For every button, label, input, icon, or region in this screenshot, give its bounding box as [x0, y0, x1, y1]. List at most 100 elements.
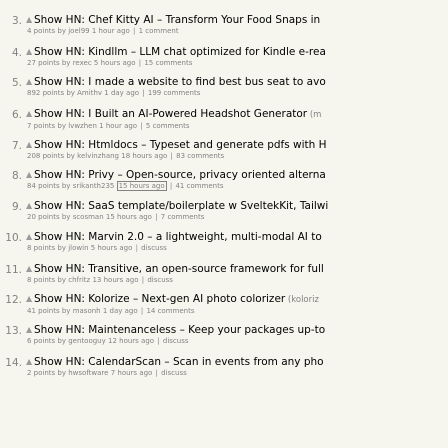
story-title-line: ▲ Show HN: Htmldocs – Typeset and generat… — [26, 138, 448, 152]
story-comments-link[interactable]: discuss — [147, 276, 173, 284]
story-age-link[interactable]: 1 day ago — [103, 307, 138, 315]
story-title-link[interactable]: Show HN: Kindllm – LLM chat optimized fo… — [34, 46, 326, 58]
story-subtext: 892 points by Amithv 1 day ago | 199 com… — [26, 89, 448, 98]
story-points: 8 points — [27, 244, 56, 252]
story-age-link[interactable]: 7 hours ago — [111, 369, 153, 377]
story-rank: 10. — [5, 232, 22, 244]
story-age-link[interactable]: 12 hours ago — [108, 337, 154, 345]
story-by-label: by — [64, 89, 78, 97]
story-title-link[interactable]: Show HN: Chef Kitty AI – Transform Your … — [34, 14, 320, 26]
separator: | — [133, 244, 141, 252]
story-comments-link[interactable]: discuss — [141, 244, 167, 252]
upvote-arrow-icon[interactable]: ▲ — [26, 107, 34, 121]
upvote-arrow-icon[interactable]: ▲ — [26, 13, 34, 27]
story-rank: 5. — [11, 77, 22, 89]
story-title-line: ▲ Show HN: Privy – Open-source, privacy o… — [26, 168, 448, 182]
story-rank: 12. — [5, 294, 22, 306]
story-comments-link[interactable]: discuss — [161, 369, 187, 377]
story-age-link[interactable]: 1 hour ago — [92, 27, 130, 35]
story-user-link[interactable]: lvwzhen — [68, 122, 97, 130]
story-title-link[interactable]: Show HN: Transitive, an open-source fram… — [34, 263, 324, 275]
story-comments-link[interactable]: 199 comments — [148, 89, 201, 97]
story-points: 2 points — [27, 369, 56, 377]
story-title-link[interactable]: Show HN: Htmldocs – Typeset and generate… — [34, 139, 327, 151]
story-title-link[interactable]: Show HN: Marvin 2.0 – a lightweight, mul… — [34, 231, 322, 243]
story-site[interactable]: (m — [307, 110, 322, 120]
story-title-link[interactable]: Show HN: I made a website to find best b… — [34, 76, 326, 88]
story-row: 14. ▲ Show HN: CalendarScan – Scan in even… — [0, 355, 448, 384]
story-age-link[interactable]: 13 hours ago — [92, 276, 138, 284]
story-age-link[interactable]: 5 hours ago — [91, 244, 133, 252]
story-points: 41 points — [27, 307, 60, 315]
story-subtext: 4 points by joel99 1 hour ago | 1 commen… — [26, 27, 448, 36]
story-points: 892 points — [27, 89, 65, 97]
story-age-link[interactable]: 18 hours ago — [121, 152, 167, 160]
story-row: 12. ▲ Show HN: Kolorize – Next-gen AI phot… — [0, 292, 448, 321]
story-comments-link[interactable]: 83 comments — [176, 152, 224, 160]
story-subtext: 41 points by masonh 1 day ago | 14 comme… — [26, 307, 448, 316]
story-user-link[interactable]: scosman — [73, 213, 104, 221]
upvote-arrow-icon[interactable]: ▲ — [26, 45, 34, 59]
story-title-link[interactable]: Show HN: CalendarScan – Scan in events f… — [34, 356, 324, 368]
story-by-label: by — [55, 27, 69, 35]
story-age-link[interactable]: 15 hours ago — [106, 213, 152, 221]
story-title-link[interactable]: Show HN: I Built an AI-Powered Headshot … — [34, 108, 307, 120]
story-row: 10. ▲ Show HN: Marvin 2.0 – a lightweight,… — [0, 230, 448, 259]
upvote-arrow-icon[interactable]: ▲ — [26, 75, 34, 89]
story-user-link[interactable]: jlowin — [68, 244, 88, 252]
story-by-label: by — [59, 307, 73, 315]
story-by-label: by — [55, 337, 69, 345]
story-title-link[interactable]: Show HN: Privy – Open-source, privacy or… — [34, 169, 326, 181]
story-subtext: 8 points by jlowin 5 hours ago | discuss — [26, 244, 448, 253]
story-comments-link[interactable]: discuss — [163, 337, 189, 345]
story-rank: 8. — [11, 170, 22, 182]
story-points: 7 points — [27, 122, 56, 130]
upvote-arrow-icon[interactable]: ▲ — [26, 168, 34, 182]
separator: | — [140, 89, 147, 97]
story-age-link[interactable]: 1 hour ago — [99, 122, 137, 130]
story-body: ▲ Show HN: Marvin 2.0 – a lightweight, mu… — [26, 230, 448, 253]
story-title-line: ▲ Show HN: Transitive, an open-source fra… — [26, 262, 448, 276]
story-user-link[interactable]: joel99 — [68, 27, 89, 35]
story-comments-link[interactable]: 7 comments — [161, 213, 205, 221]
story-comments-link[interactable]: 1 comment — [139, 27, 179, 35]
story-title-line: ▲ Show HN: Chef Kitty AI – Transform Your… — [26, 13, 448, 27]
story-age-link[interactable]: 1 day ago — [104, 89, 139, 97]
story-user-link[interactable]: gentooguy — [68, 337, 106, 345]
upvote-arrow-icon[interactable]: ▲ — [26, 292, 34, 306]
story-age-link[interactable]: 5 hours ago — [94, 59, 136, 67]
story-site[interactable]: (koloriz — [285, 295, 319, 305]
story-user-link[interactable]: srikanth235 — [73, 182, 115, 190]
story-by-label: by — [59, 213, 73, 221]
story-body: ▲ Show HN: Kolorize – Next-gen AI photo c… — [26, 292, 448, 316]
story-list: 154 points by jrmydev 14 hours ago | 38 … — [0, 0, 448, 448]
upvote-arrow-icon[interactable]: ▲ — [26, 262, 34, 276]
story-user-link[interactable]: hwsoftware — [68, 369, 108, 377]
story-title-link[interactable]: Show HN: Maintenanceless – Keep your pac… — [34, 324, 325, 336]
story-user-link[interactable]: Amithv — [77, 89, 102, 97]
story-subtext: 84 points by srikanth235 15 hours ago | … — [26, 181, 448, 191]
story-rank: 7. — [11, 140, 22, 152]
story-user-link[interactable]: kelvinzhang — [77, 152, 119, 160]
story-comments-link[interactable]: 14 comments — [146, 307, 194, 315]
story-points: 20 points — [27, 213, 60, 221]
story-user-link[interactable]: chfritz — [68, 276, 90, 284]
story-comments-link[interactable]: 41 comments — [175, 182, 223, 190]
upvote-arrow-icon[interactable]: ▲ — [26, 138, 34, 152]
story-title-link[interactable]: Show HN: SaaS template/boilerplate w Sve… — [34, 200, 328, 212]
upvote-arrow-icon[interactable]: ▲ — [26, 355, 34, 369]
story-subtext: 8 points by chfritz 13 hours ago | discu… — [26, 276, 448, 285]
story-comments-link[interactable]: 5 comments — [146, 122, 190, 130]
story-body: ▲ Show HN: Kindllm – LLM chat optimized f… — [26, 45, 448, 68]
upvote-arrow-icon[interactable]: ▲ — [26, 323, 34, 337]
story-title-link[interactable]: Show HN: Kolorize – Next-gen AI photo co… — [34, 293, 285, 305]
story-by-label: by — [55, 244, 69, 252]
story-user-link[interactable]: masonh — [73, 307, 101, 315]
story-comments-link[interactable]: 15 comments — [144, 59, 192, 67]
story-title-line: ▲ Show HN: Marvin 2.0 – a lightweight, mu… — [26, 230, 448, 244]
story-user-link[interactable]: rexec — [73, 59, 92, 67]
upvote-arrow-icon[interactable]: ▲ — [26, 199, 34, 213]
story-age-link[interactable]: 15 hours ago — [116, 181, 167, 191]
upvote-arrow-icon[interactable]: ▲ — [26, 230, 34, 244]
story-subtext: 27 points by rexec 5 hours ago | 15 comm… — [26, 59, 448, 68]
